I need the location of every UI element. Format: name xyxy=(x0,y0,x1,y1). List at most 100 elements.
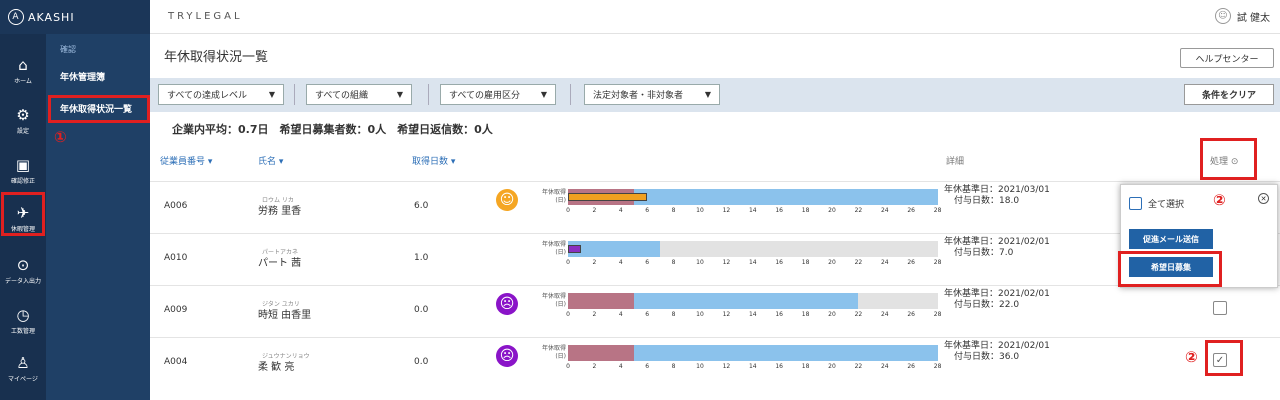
column-header-employee-no[interactable]: 従業員番号 ▾ xyxy=(160,154,212,167)
leave-bar-taken xyxy=(568,245,582,253)
chart-label-line: 年休取得 xyxy=(541,345,566,352)
tick-label: 6 xyxy=(645,311,650,318)
tick-label: 10 xyxy=(696,207,704,214)
caret-down-icon: ▼ xyxy=(704,90,711,99)
filter-legal-target[interactable]: 法定対象者・非対象者 ▼ xyxy=(584,84,720,105)
rail-item-label: データ入出力 xyxy=(4,277,41,285)
employee-no: A004 xyxy=(164,357,188,367)
granted-days: 付与日数：7.0 xyxy=(954,248,1014,258)
detail-info: 年休基準日：2021/02/01 付与日数：7.0 xyxy=(944,237,1050,259)
tick-label: 2 xyxy=(592,259,597,266)
filter-achievement-level[interactable]: すべての達成レベル ▼ xyxy=(158,84,284,105)
tick-label: 14 xyxy=(748,259,757,266)
rail-item-download[interactable]: ⊙ データ入出力 xyxy=(0,246,46,294)
filter-employment-type[interactable]: すべての雇用区分 ▼ xyxy=(440,84,556,105)
request-preferred-dates-button[interactable]: 希望日募集 xyxy=(1129,257,1213,277)
tick-label: 12 xyxy=(722,363,731,370)
employee-name[interactable]: 時短 由香里 xyxy=(258,306,311,321)
vacation-icon: ✈ xyxy=(16,203,30,222)
tick-label: 24 xyxy=(880,207,889,214)
caret-down-icon: ▼ xyxy=(396,90,403,99)
tick-label: 8 xyxy=(671,311,676,318)
base-date: 年休基準日：2021/02/01 xyxy=(944,289,1050,299)
tick-label: 14 xyxy=(748,363,757,370)
tick-label: 4 xyxy=(618,363,623,370)
brand-logo[interactable]: A AKASHI xyxy=(0,0,150,34)
tick-label: 28 xyxy=(933,363,942,370)
download-icon: ⊙ xyxy=(16,255,30,274)
rail-item-label: 設定 xyxy=(16,127,29,135)
clipboard-icon: ▣ xyxy=(15,155,31,174)
tick-label: 22 xyxy=(854,207,863,214)
submenu-heading: 確認 xyxy=(60,45,76,54)
help-center-button[interactable]: ヘルプセンター xyxy=(1180,48,1274,68)
rail-item-gear[interactable]: ⚙ 設定 xyxy=(0,96,46,144)
filter-divider xyxy=(428,84,429,105)
tick-label: 10 xyxy=(696,311,704,318)
frown-icon: ☹ xyxy=(496,293,518,315)
leave-bar-obligation xyxy=(568,293,634,309)
leave-bar-taken xyxy=(568,193,648,201)
days-taken: 0.0 xyxy=(414,305,429,315)
rail-item-clipboard[interactable]: ▣ 確認修正 xyxy=(0,146,46,194)
row-checkbox[interactable] xyxy=(1213,301,1227,315)
days-taken: 1.0 xyxy=(414,253,429,263)
tick-label: 2 xyxy=(592,311,597,318)
tick-label: 26 xyxy=(907,207,916,214)
send-reminder-button[interactable]: 促進メール送信 xyxy=(1129,229,1213,249)
tick-label: 14 xyxy=(748,311,757,318)
action-popup: 全て選択 ② ✕ 促進メール送信 希望日募集 xyxy=(1120,184,1278,288)
tick-label: 6 xyxy=(645,363,650,370)
rail-item-home[interactable]: ⌂ ホーム xyxy=(0,46,46,94)
rail-item-label: 工数管理 xyxy=(10,327,35,335)
clear-conditions-button[interactable]: 条件をクリア xyxy=(1184,84,1274,105)
company-name: TRYLEGAL xyxy=(168,11,243,22)
tick-label: 0 xyxy=(566,363,570,370)
home-icon: ⌂ xyxy=(18,55,28,74)
granted-days: 付与日数：36.0 xyxy=(954,352,1020,362)
filter-divider xyxy=(294,84,295,105)
column-header-name[interactable]: 氏名 ▾ xyxy=(258,154,283,167)
submenu-item-leave-status[interactable]: 年休取得状況一覧 xyxy=(52,98,146,119)
chart-label-line: 年休取得 xyxy=(541,189,566,196)
tick-label: 20 xyxy=(828,311,836,318)
chart-axis-label: 年休取得 (日) xyxy=(528,345,566,361)
rail-item-person[interactable]: ♙ マイページ xyxy=(0,344,46,392)
chart-label-line: (日) xyxy=(555,353,566,360)
filter-label: すべての雇用区分 xyxy=(449,91,521,101)
brand-name: AKASHI xyxy=(28,10,75,24)
tick-label: 10 xyxy=(696,363,704,370)
select-all-label: 全て選択 xyxy=(1148,200,1185,210)
column-header-days[interactable]: 取得日数 ▾ xyxy=(412,154,455,167)
rail-item-clock[interactable]: ◷ 工数管理 xyxy=(0,296,46,344)
select-all-checkbox[interactable]: 全て選択 xyxy=(1129,197,1184,210)
employee-no: A010 xyxy=(164,253,188,263)
caret-down-icon: ▼ xyxy=(540,90,547,99)
row-checkbox[interactable]: ✓ xyxy=(1213,353,1227,367)
tick-label: 28 xyxy=(933,259,942,266)
rail-item-vacation[interactable]: ✈ 休暇管理 xyxy=(0,194,46,242)
tick-label: 8 xyxy=(671,207,676,214)
rail-item-label: 休暇管理 xyxy=(10,225,35,233)
chart-axis-label: 年休取得 (日) xyxy=(528,241,566,257)
tick-label: 24 xyxy=(880,311,889,318)
top-bar: TRYLEGAL ☺ 試 健太 xyxy=(150,0,1280,34)
employee-name[interactable]: パート 茜 xyxy=(258,254,301,269)
submenu-item-leave-register[interactable]: 年休管理簿 xyxy=(52,66,146,87)
close-icon[interactable]: ✕ xyxy=(1258,193,1269,204)
tick-label: 6 xyxy=(645,259,650,266)
logo-icon: A xyxy=(8,9,24,25)
filter-divider xyxy=(570,84,571,105)
column-header-action[interactable]: 処理 ⊙ xyxy=(1210,154,1238,167)
employee-name[interactable]: 柔 歓 亮 xyxy=(258,358,294,373)
user-menu[interactable]: ☺ 試 健太 xyxy=(1214,8,1270,24)
tick-label: 28 xyxy=(933,311,942,318)
tick-label: 2 xyxy=(592,363,597,370)
employee-name[interactable]: 労務 里香 xyxy=(258,202,301,217)
annotation-marker-2: ② xyxy=(1185,348,1198,366)
filter-label: すべての達成レベル xyxy=(167,91,248,101)
employee-no: A006 xyxy=(164,201,188,211)
summary-stats: 企業内平均：0.7日 希望日募集者数：0人 希望日返信数：0人 xyxy=(172,123,493,136)
gear-icon: ⚙ xyxy=(16,105,30,124)
filter-organization[interactable]: すべての組織 ▼ xyxy=(306,84,412,105)
